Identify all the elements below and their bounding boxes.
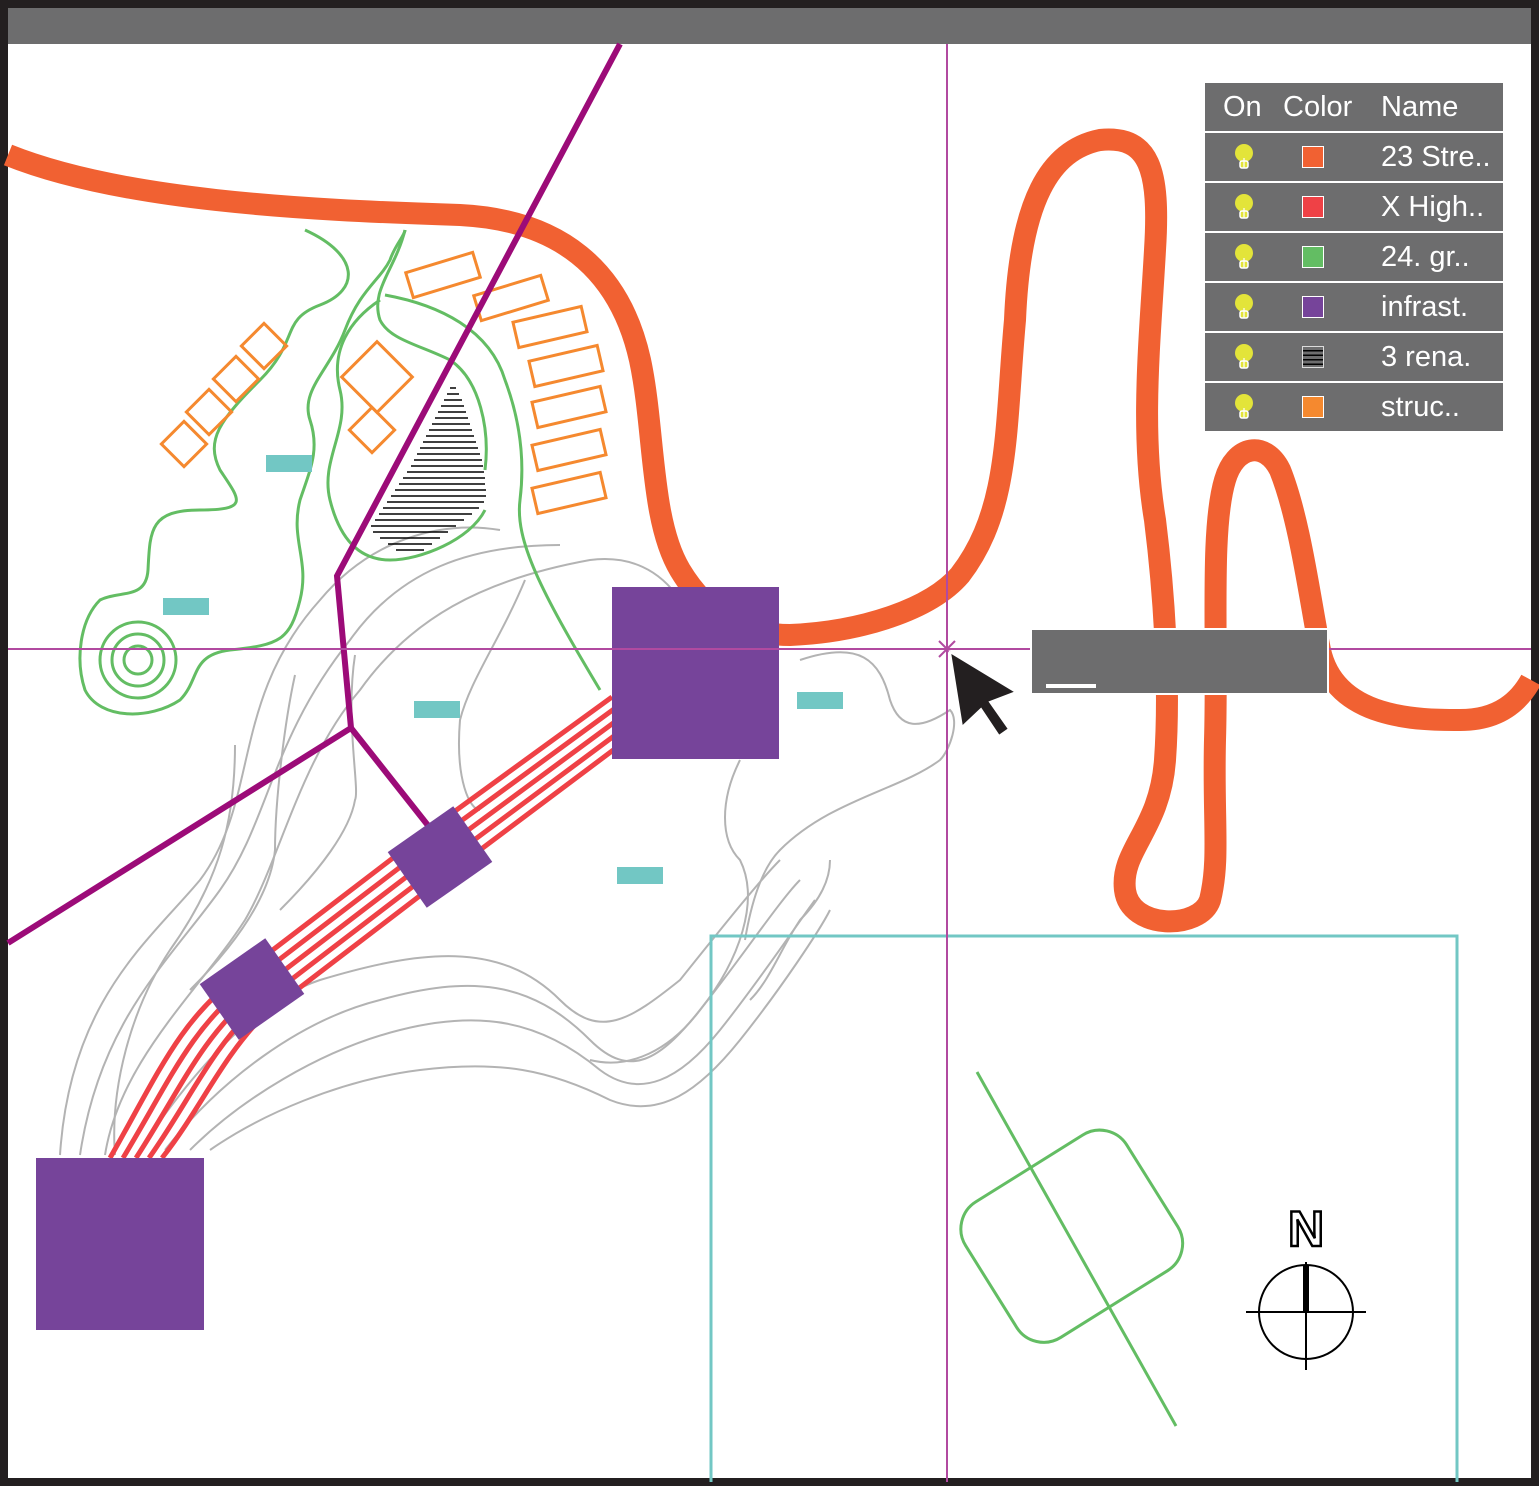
layer-panel-header: On Color Name [1205, 83, 1503, 133]
layer-name: X High.. [1381, 190, 1485, 223]
layer-color-cell[interactable] [1283, 396, 1381, 418]
layer-name: infrast. [1381, 290, 1469, 323]
color-swatch[interactable] [1302, 396, 1324, 418]
window-title-bar[interactable] [8, 8, 1531, 44]
layer-row[interactable]: 3 rena. [1205, 333, 1503, 383]
color-swatch[interactable] [1302, 246, 1324, 268]
layer-row[interactable]: X High.. [1205, 183, 1503, 233]
infrastructure-block[interactable] [36, 1158, 204, 1330]
visibility-bulb-icon[interactable] [1205, 342, 1283, 372]
parcel-marker[interactable] [266, 455, 312, 472]
layer-color-cell[interactable] [1283, 296, 1381, 318]
coordinate-tooltip [1030, 628, 1329, 695]
layer-row[interactable]: 23 Stre.. [1205, 133, 1503, 183]
compass-label: N [1288, 1201, 1324, 1257]
layer-name: 3 rena. [1381, 340, 1472, 373]
visibility-bulb-icon[interactable] [1205, 142, 1283, 172]
color-swatch[interactable] [1302, 346, 1324, 368]
layer-name: 23 Stre.. [1381, 140, 1491, 173]
layer-name: 24. gr.. [1381, 240, 1470, 273]
layer-color-cell[interactable] [1283, 346, 1381, 368]
header-on: On [1223, 90, 1262, 123]
map-window: N On Color Name 23 Stre.. X High.. 24. gr.… [0, 0, 1539, 1486]
layer-row[interactable]: struc.. [1205, 383, 1503, 431]
layer-row[interactable]: 24. gr.. [1205, 233, 1503, 283]
color-swatch[interactable] [1302, 196, 1324, 218]
parcel-marker[interactable] [414, 701, 460, 718]
parcel-marker[interactable] [163, 598, 209, 615]
visibility-bulb-icon[interactable] [1205, 242, 1283, 272]
parcel-marker[interactable] [797, 692, 843, 709]
layer-row[interactable]: infrast. [1205, 283, 1503, 333]
header-color: Color [1283, 90, 1353, 123]
visibility-bulb-icon[interactable] [1205, 292, 1283, 322]
color-swatch[interactable] [1302, 146, 1324, 168]
layer-name: struc.. [1381, 390, 1460, 423]
infrastructure-block[interactable] [612, 587, 779, 759]
tooltip-text [1046, 660, 1096, 688]
layer-color-cell[interactable] [1283, 196, 1381, 218]
layer-color-cell[interactable] [1283, 146, 1381, 168]
color-swatch[interactable] [1302, 296, 1324, 318]
visibility-bulb-icon[interactable] [1205, 392, 1283, 422]
parcel-marker[interactable] [617, 867, 663, 884]
visibility-bulb-icon[interactable] [1205, 192, 1283, 222]
layer-color-cell[interactable] [1283, 246, 1381, 268]
header-name: Name [1381, 90, 1459, 123]
layer-panel: On Color Name 23 Stre.. X High.. 24. gr.. i… [1205, 83, 1503, 431]
layer-list: 23 Stre.. X High.. 24. gr.. infrast. 3 rena.… [1205, 133, 1503, 431]
